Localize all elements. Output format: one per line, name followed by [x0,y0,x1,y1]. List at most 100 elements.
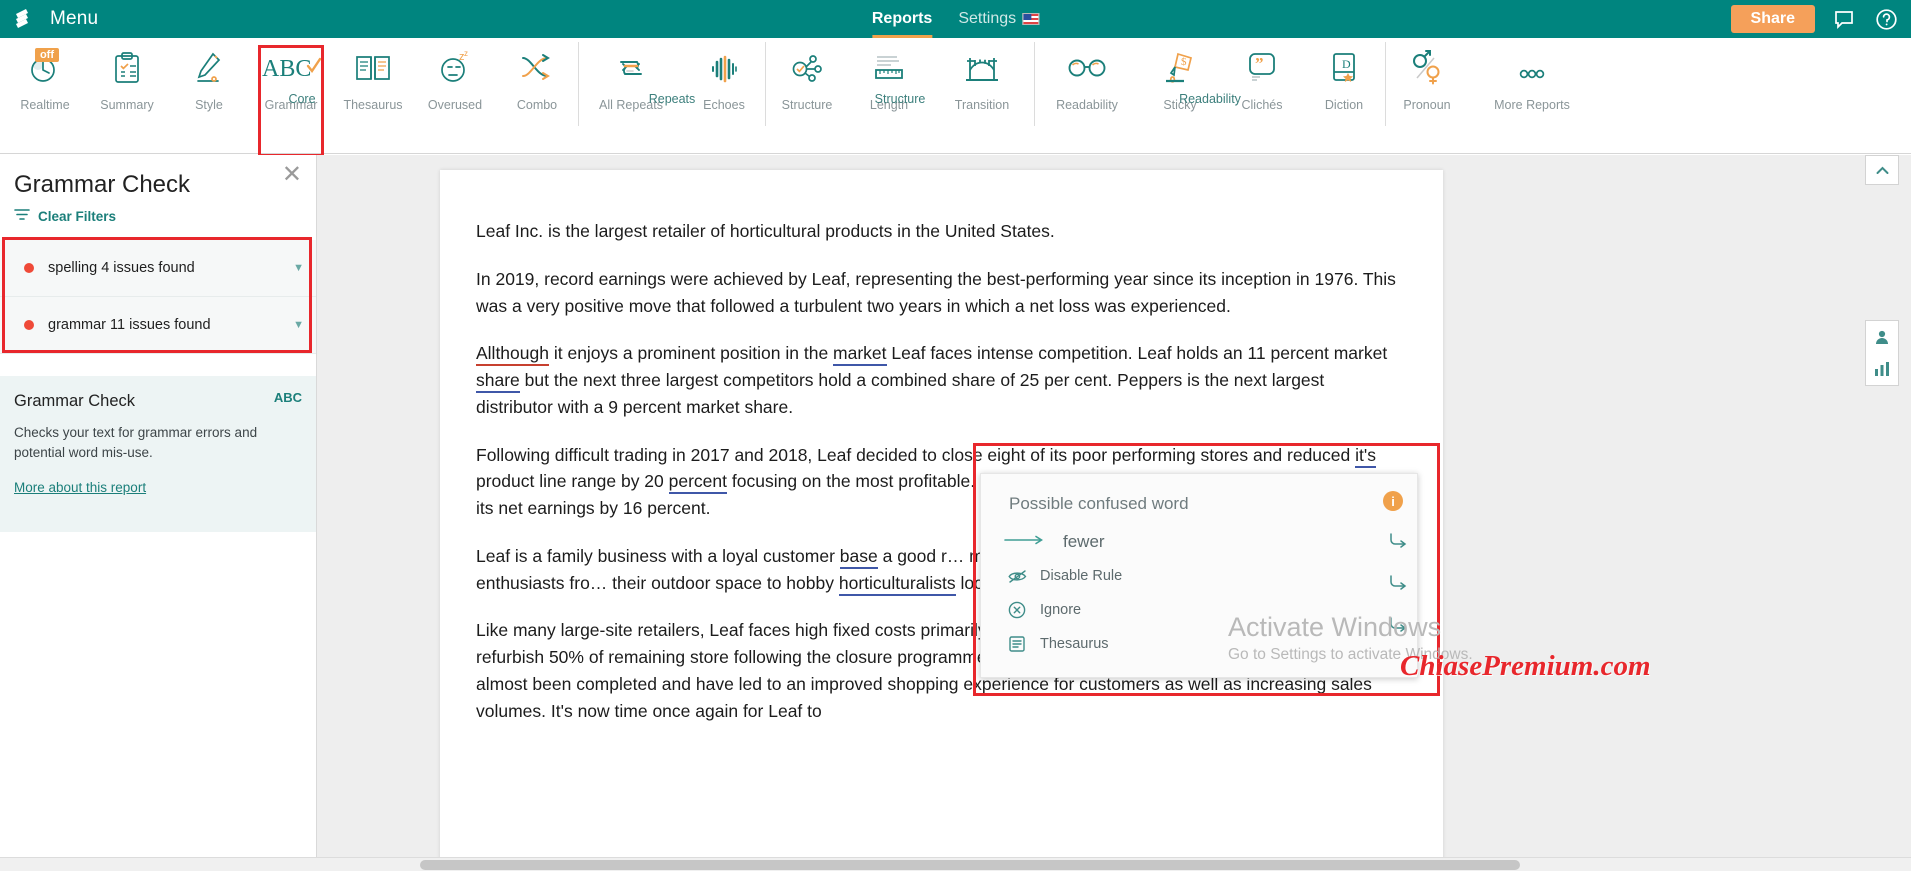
pencil-icon [189,46,229,90]
report-info-card: Grammar Check ABC Checks your text for g… [0,376,316,532]
filter-spelling[interactable]: spelling 4 issues found ▼ [0,240,316,297]
action-ignore-label: Ignore [1040,602,1082,618]
filter-icon [14,208,30,224]
grammar-issue-its[interactable]: it's [1355,444,1376,468]
tab-settings[interactable]: Settings [958,0,1040,38]
report-overused[interactable]: z z Overused [414,38,496,112]
glasses-icon [1065,46,1109,90]
ribbon-group-structure: Structure Length Transition Structure [766,38,1034,112]
popup-side-buttons [1387,530,1409,634]
report-combo[interactable]: Combo [496,38,578,112]
ribbon-group-more: Pronoun More Reports [1386,38,1596,112]
clear-filters-button[interactable]: Clear Filters [14,208,298,224]
ribbon-group-core-label: Core [288,92,316,106]
user-icon[interactable] [1866,321,1898,353]
arrow-curve-right-icon[interactable] [1387,614,1409,634]
report-summary[interactable]: Summary [86,38,168,112]
action-disable-rule-label: Disable Rule [1040,568,1123,584]
bridge-icon [962,46,1002,90]
scrollbar-thumb[interactable] [420,860,1520,870]
clear-filters-label: Clear Filters [38,208,117,224]
stopwatch-icon: off [25,46,65,90]
action-thesaurus-label: Thesaurus [1040,636,1109,652]
filter-spelling-label: spelling 4 issues found [48,260,195,276]
reports-ribbon: off Realtime Summary Style ABC Grammar T… [0,38,1911,157]
more-about-report-link[interactable]: More about this report [14,480,146,495]
info-card-body: Checks your text for grammar errors and … [14,425,258,460]
page-title: Grammar Check [14,171,191,198]
chevron-down-icon[interactable]: ▼ [293,262,304,274]
bar-chart-icon[interactable] [1866,353,1898,385]
right-rail [1859,155,1903,386]
grammar-issue-percent[interactable]: percent [668,471,728,495]
report-realtime[interactable]: off Realtime [4,38,86,112]
panel-header: Grammar Check ✕ Clear Filters [0,155,316,224]
report-pronoun-label: Pronoun [1403,98,1451,112]
suggestion-popup[interactable]: Possible confused word i fewer Disable R… [980,473,1418,678]
report-more-reports[interactable]: More Reports [1468,38,1596,112]
ribbon-group-readability-label: Readability [1179,92,1241,106]
ribbon-group-repeats: All Repeats Echoes Repeats [579,38,765,112]
circle-x-icon [1007,600,1027,620]
clipboard-icon [107,46,147,90]
menu-button[interactable]: Menu [0,8,98,30]
tab-settings-label: Settings [958,10,1017,27]
spelling-issue-allthough[interactable]: Allthough [476,343,549,367]
arrow-curve-right-icon[interactable] [1387,530,1409,550]
comment-icon[interactable] [1831,6,1857,32]
sleepy-face-icon: z z [435,46,475,90]
gender-symbols-icon [1407,46,1447,90]
action-ignore[interactable]: Ignore [981,586,1417,620]
ribbon-group-core: ABC Grammar Thesaurus z z Overused Combo… [250,38,578,112]
chevron-down-icon[interactable]: ▼ [293,319,304,331]
report-more-reports-label: More Reports [1494,98,1570,112]
report-combo-label: Combo [516,98,558,112]
repeat-arrows-icon [611,46,651,90]
share-button[interactable]: Share [1730,5,1815,33]
grammar-issue-base[interactable]: base [839,545,878,569]
arrow-curve-right-icon[interactable] [1387,572,1409,592]
report-style[interactable]: Style [168,38,250,112]
help-circle-icon[interactable] [1873,6,1899,32]
open-book-icon [353,46,393,90]
filter-grammar-label: grammar 11 issues found [48,317,211,333]
report-overused-label: Overused [427,98,483,112]
grammar-issue-horticulturalists[interactable]: horticulturalists [838,572,956,596]
soundwave-icon [704,46,744,90]
app-root: Menu Reports Settings Share off Realtime… [0,0,1911,871]
arrow-right-icon [1003,533,1047,551]
filter-grammar[interactable]: grammar 11 issues found ▼ [0,297,316,354]
ribbon-group-repeats-label: Repeats [648,92,696,106]
glue-bottle-icon: $ [1160,46,1200,90]
close-icon[interactable]: ✕ [282,163,302,187]
issue-dot [24,263,34,273]
suggestion-fewer[interactable]: fewer [981,514,1417,552]
svg-text:z: z [464,49,468,58]
report-style-label: Style [195,98,223,112]
grammar-issue-share[interactable]: share [476,370,520,394]
horizontal-scrollbar[interactable] [0,857,1911,871]
abc-badge: ABC [273,390,302,405]
report-summary-label: Summary [100,98,154,112]
ribbon-group-structure-label: Structure [874,92,926,106]
issue-filter-list: spelling 4 issues found ▼ grammar 11 iss… [0,240,316,354]
chevron-up-icon[interactable] [1865,155,1899,185]
tab-reports-label: Reports [871,10,933,27]
action-thesaurus[interactable]: Thesaurus [981,620,1417,654]
issue-dot [24,320,34,330]
info-icon[interactable]: i [1383,491,1403,511]
report-pronoun[interactable]: Pronoun [1386,38,1468,112]
grammar-issue-market[interactable]: market [833,343,887,367]
abc-check-icon: ABC [260,46,322,90]
grammar-check-panel: Grammar Check ✕ Clear Filters spelling 4… [0,155,317,871]
doc-paragraph-1: Leaf Inc. is the largest retailer of hor… [476,221,1055,241]
tab-reports[interactable]: Reports [871,0,933,38]
top-bar-actions: Share [1730,5,1899,33]
report-realtime-label: Realtime [20,98,70,112]
prowritingaid-book-logo-icon [14,8,40,30]
dictionary-book-icon: D [1324,46,1364,90]
svg-text:D: D [1342,57,1351,71]
top-nav: Reports Settings [871,0,1040,38]
ribbon-group-readability: Readability $ Sticky ” Clichés D Diction… [1035,38,1385,112]
action-disable-rule[interactable]: Disable Rule [981,552,1417,586]
